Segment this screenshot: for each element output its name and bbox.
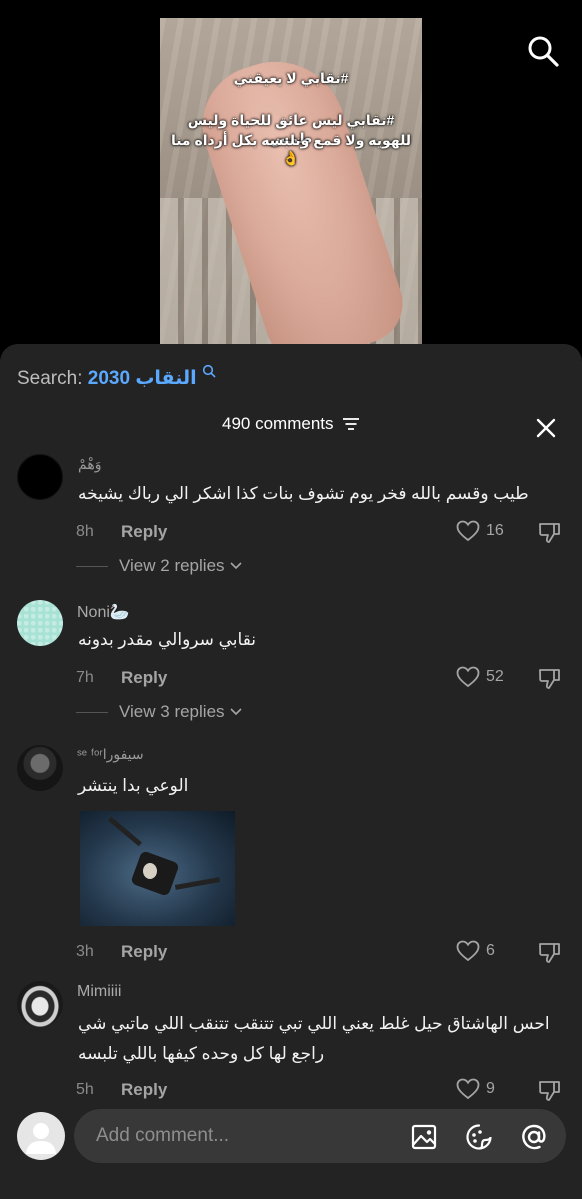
like-button[interactable]: 16 <box>456 520 504 542</box>
like-button[interactable]: 52 <box>456 666 504 688</box>
image-figure-arm <box>108 816 142 847</box>
person-icon <box>26 1123 56 1154</box>
reply-button[interactable]: Reply <box>121 522 167 542</box>
comment-input[interactable]: Add comment... <box>74 1109 566 1163</box>
like-count: 52 <box>486 668 504 685</box>
comment-input-placeholder: Add comment... <box>96 1125 230 1146</box>
comment-time: 3h <box>76 943 94 960</box>
user-avatar[interactable] <box>17 1112 65 1160</box>
video-caption-line1: #نقابي لا يعيقني <box>233 70 349 86</box>
search-term[interactable]: 2030 النقاب <box>88 368 197 389</box>
chevron-down-icon <box>229 562 242 570</box>
close-icon[interactable] <box>534 416 558 440</box>
like-count: 6 <box>486 942 495 959</box>
comment-time: 7h <box>76 669 94 686</box>
comment-username[interactable]: Noni🦢 <box>77 602 130 622</box>
image-figure-face <box>143 863 157 879</box>
like-button[interactable]: 6 <box>456 940 495 962</box>
comment-attachment-image[interactable] <box>80 811 235 926</box>
avatar[interactable] <box>17 745 63 791</box>
dislike-icon[interactable] <box>537 1078 563 1104</box>
divider-line <box>76 711 108 713</box>
search-suggestion[interactable]: Search: 2030 النقاب <box>17 364 216 390</box>
comment-text: الوعي بدا ينتشر <box>78 776 189 795</box>
comment-time: 8h <box>76 523 94 540</box>
comment-username[interactable]: Mimiiii <box>77 983 121 1001</box>
dislike-icon[interactable] <box>537 666 563 692</box>
comment-composer: Add comment... <box>0 1104 582 1199</box>
image-icon[interactable] <box>410 1123 438 1151</box>
comments-sheet: Search: 2030 النقاب 490 comments وَهْمْ … <box>0 344 582 1199</box>
heart-icon <box>456 940 480 962</box>
reply-button[interactable]: Reply <box>121 1080 167 1100</box>
dislike-icon[interactable] <box>537 940 563 966</box>
avatar[interactable] <box>17 454 63 500</box>
view-replies-label: View 2 replies <box>119 556 225 575</box>
heart-icon <box>456 520 480 542</box>
view-replies-button[interactable]: View 2 replies <box>76 556 243 576</box>
comment-username[interactable]: وَهْمْ <box>78 456 101 473</box>
comment-text: نقابي سروالي مقدر بدونه <box>78 630 257 649</box>
search-small-icon <box>202 364 216 378</box>
video-caption-line3: للهويه ولا قمع ونلبسه بكل أرداه منا 👌 <box>170 132 412 166</box>
heart-icon <box>456 666 480 688</box>
sticker-emoji-icon[interactable] <box>465 1123 493 1151</box>
comment-text-line1: احس الهاشتاق حيل غلط يعني اللي تبي تتنقب… <box>78 1014 550 1033</box>
comment-username[interactable]: ˢᵉ ᶠᵒʳسيفورا <box>77 746 144 763</box>
dislike-icon[interactable] <box>537 520 563 546</box>
like-count: 9 <box>486 1080 495 1097</box>
search-prefix: Search: <box>17 368 83 389</box>
divider-line <box>76 565 108 567</box>
view-replies-button[interactable]: View 3 replies <box>76 702 243 722</box>
mention-icon[interactable] <box>520 1123 548 1151</box>
sort-filter-icon[interactable] <box>342 417 360 431</box>
chevron-down-icon <box>229 708 242 716</box>
like-button[interactable]: 9 <box>456 1078 495 1100</box>
view-replies-label: View 3 replies <box>119 702 225 721</box>
video-player[interactable]: #نقابي لا يعيقني #نقابي ليس عائق للحياة … <box>160 18 422 344</box>
comments-count: 490 comments <box>222 414 334 433</box>
search-icon[interactable] <box>526 34 560 68</box>
comment-text-line2: راجع لها كل وحده كيفها باللي تلبسه <box>78 1044 325 1063</box>
heart-icon <box>456 1078 480 1100</box>
image-figure-arm <box>174 877 221 890</box>
like-count: 16 <box>486 522 504 539</box>
comments-header: 490 comments <box>0 414 582 444</box>
reply-button[interactable]: Reply <box>121 942 167 962</box>
comment-time: 5h <box>76 1081 94 1098</box>
reply-button[interactable]: Reply <box>121 668 167 688</box>
avatar[interactable] <box>17 600 63 646</box>
comment-text: طيب وقسم بالله فخر يوم تشوف بنات كذا اشك… <box>78 484 529 503</box>
avatar[interactable] <box>17 981 63 1027</box>
